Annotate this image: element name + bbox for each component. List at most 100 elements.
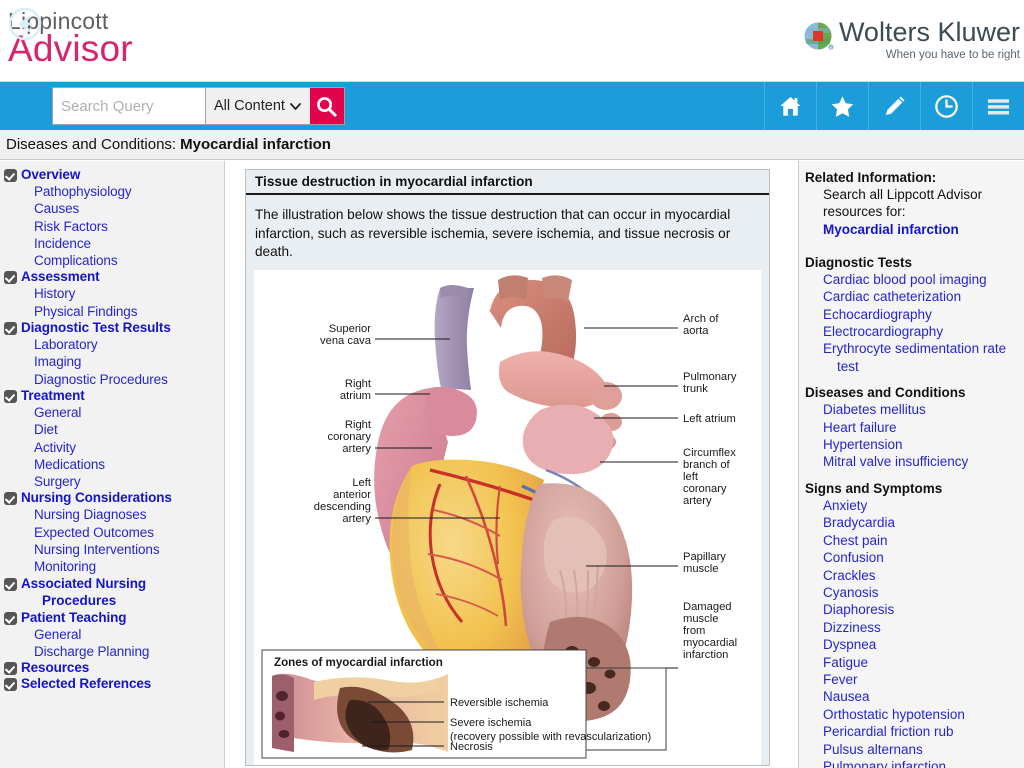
rail-link-dizziness[interactable]: Dizziness (805, 619, 1020, 636)
search-input[interactable] (53, 88, 205, 124)
sidebar-item-general[interactable]: General (4, 626, 224, 643)
sidebar-item-imaging[interactable]: Imaging (4, 353, 224, 370)
sidebar-group-associated-nursing[interactable]: Associated Nursing (4, 576, 224, 591)
svg-text:Left atrium: Left atrium (683, 413, 736, 425)
sidebar-item-pathophysiology[interactable]: Pathophysiology (4, 183, 224, 200)
rail-spacer (805, 471, 1020, 478)
sidebar-item-laboratory[interactable]: Laboratory (4, 336, 224, 353)
sidebar-item-expected-outcomes[interactable]: Expected Outcomes (4, 524, 224, 541)
sidebar-item-medications[interactable]: Medications (4, 456, 224, 473)
rail-link-pericardial-friction-rub[interactable]: Pericardial friction rub (805, 723, 1020, 740)
rail-link-cardiac-blood-pool-imaging[interactable]: Cardiac blood pool imaging (805, 271, 1020, 288)
checkmark-icon[interactable] (4, 169, 17, 182)
sidebar-item-physical-findings[interactable]: Physical Findings (4, 303, 224, 320)
rail-link-cyanosis[interactable]: Cyanosis (805, 584, 1020, 601)
svg-text:vena cava: vena cava (320, 335, 372, 347)
rail-link-cardiac-catheterization[interactable]: Cardiac catheterization (805, 288, 1020, 305)
checkmark-icon[interactable] (4, 678, 17, 692)
sidebar-group-resources[interactable]: Resources (4, 660, 224, 676)
sidebar-group-patient-teaching[interactable]: Patient Teaching (4, 610, 224, 625)
favorites-button[interactable] (816, 82, 868, 130)
rail-link-label: Dizziness (823, 619, 881, 635)
content-scope-dropdown[interactable]: All Content (205, 88, 310, 124)
sidebar-group-overview[interactable]: Overview (4, 167, 224, 182)
rail-link-dyspnea[interactable]: Dyspnea (805, 636, 1020, 653)
sidebar-item-complications[interactable]: Complications (4, 252, 224, 269)
sidebar-item-diet[interactable]: Diet (4, 421, 224, 438)
checkmark-icon[interactable] (4, 662, 17, 676)
svg-text:anterior: anterior (333, 489, 371, 501)
rail-link-diabetes-mellitus[interactable]: Diabetes mellitus (805, 401, 1020, 418)
sidebar-item-activity[interactable]: Activity (4, 439, 224, 456)
related-information-panel[interactable]: Related Information: Search all Lippcott … (798, 161, 1024, 768)
sidebar-item-risk-factors[interactable]: Risk Factors (4, 218, 224, 235)
svg-text:trunk: trunk (683, 383, 708, 395)
checkmark-icon[interactable] (4, 492, 17, 506)
rail-link-orthostatic-hypotension[interactable]: Orthostatic hypotension (805, 706, 1020, 723)
rail-link-erythrocyte-sedimentation-rate[interactable]: Erythrocyte sedimentation rate test (805, 340, 1020, 375)
sidebar-group-label: Patient Teaching (21, 609, 127, 625)
rail-link-confusion[interactable]: Confusion (805, 549, 1020, 566)
sidebar-item-nursing-diagnoses[interactable]: Nursing Diagnoses (4, 506, 224, 523)
search-submit-button[interactable] (309, 88, 344, 124)
rail-link-fatigue[interactable]: Fatigue (805, 654, 1020, 671)
breadcrumb-section[interactable]: Diseases and Conditions: (6, 136, 176, 153)
sidebar-group-assessment[interactable]: Assessment (4, 269, 224, 285)
rail-link-hypertension[interactable]: Hypertension (805, 436, 1020, 453)
rail-link-echocardiography[interactable]: Echocardiography (805, 306, 1020, 323)
rail-link-crackles[interactable]: Crackles (805, 567, 1020, 584)
sidebar-item-nursing-interventions[interactable]: Nursing Interventions (4, 541, 224, 558)
sidebar-item-discharge-planning[interactable]: Discharge Planning (4, 643, 224, 660)
main-content: Tissue destruction in myocardial infarct… (226, 161, 798, 768)
related-topic-link[interactable]: Myocardial infarction (805, 221, 1020, 239)
rail-link-anxiety[interactable]: Anxiety (805, 497, 1020, 514)
svg-text:Circumflex: Circumflex (683, 447, 736, 459)
notes-button[interactable] (868, 82, 920, 130)
rail-link-pulmonary-infarction[interactable]: Pulmonary infarction (805, 758, 1020, 768)
sidebar-group-nursing-considerations[interactable]: Nursing Considerations (4, 490, 224, 506)
sidebar-group-label-continued[interactable]: Procedures (4, 592, 224, 610)
checkmark-icon[interactable] (4, 577, 17, 591)
rail-link-heart-failure[interactable]: Heart failure (805, 419, 1020, 436)
sidebar-item-monitoring[interactable]: Monitoring (4, 558, 224, 575)
section-navigation-sidebar[interactable]: Overview Pathophysiology Causes Risk Factor… (0, 161, 225, 768)
sidebar-item-general[interactable]: General (4, 404, 224, 421)
rail-link-label: Nausea (823, 689, 870, 705)
clock-icon (935, 94, 958, 118)
sidebar-item-causes[interactable]: Causes (4, 200, 224, 217)
checkmark-icon[interactable] (4, 389, 17, 403)
content-card: Tissue destruction in myocardial infarct… (245, 169, 770, 766)
sidebar-group-selected-references[interactable]: Selected References (4, 676, 224, 692)
rail-link-bradycardia[interactable]: Bradycardia (805, 514, 1020, 531)
rail-link-electrocardiography[interactable]: Electrocardiography (805, 323, 1020, 340)
back-arrow-icon[interactable] (8, 7, 42, 41)
checkmark-icon[interactable] (4, 271, 17, 285)
svg-text:Papillary: Papillary (683, 551, 726, 563)
rail-link-chest-pain[interactable]: Chest pain (805, 532, 1020, 549)
rail-link-label: Cyanosis (823, 584, 879, 600)
rail-link-pulsus-alternans[interactable]: Pulsus alternans (805, 741, 1020, 758)
rail-link-fever[interactable]: Fever (805, 671, 1020, 688)
sidebar-item-history[interactable]: History (4, 285, 224, 302)
hamburger-menu-icon (987, 98, 1010, 114)
home-button[interactable] (764, 82, 816, 130)
sidebar-item-diagnostic-procedures[interactable]: Diagnostic Procedures (4, 371, 224, 388)
menu-button[interactable] (972, 82, 1024, 130)
rail-link-mitral-valve-insufficiency[interactable]: Mitral valve insufficiency (805, 453, 1020, 470)
sidebar-item-incidence[interactable]: Incidence (4, 235, 224, 252)
rail-link-label: Heart failure (823, 419, 897, 435)
related-search-text-line2: resources for: (823, 204, 906, 220)
checkmark-icon[interactable] (4, 322, 17, 336)
sidebar-item-surgery[interactable]: Surgery (4, 473, 224, 490)
history-button[interactable] (920, 82, 972, 130)
rail-link-diaphoresis[interactable]: Diaphoresis (805, 601, 1020, 618)
svg-text:Pulmonary: Pulmonary (683, 371, 737, 383)
svg-text:Superior: Superior (329, 323, 372, 335)
heart-illustration: Superior vena cava Right atrium Right co… (261, 274, 737, 758)
sidebar-group-treatment[interactable]: Treatment (4, 388, 224, 403)
rail-link-label-continued: test (837, 358, 859, 374)
sidebar-group-diagnostic-test-results[interactable]: Diagnostic Test Results (4, 320, 224, 336)
checkmark-icon[interactable] (4, 611, 17, 625)
rail-link-nausea[interactable]: Nausea (805, 688, 1020, 705)
rail-section-heading-signs-and-symptoms: Signs and Symptoms (805, 480, 943, 496)
